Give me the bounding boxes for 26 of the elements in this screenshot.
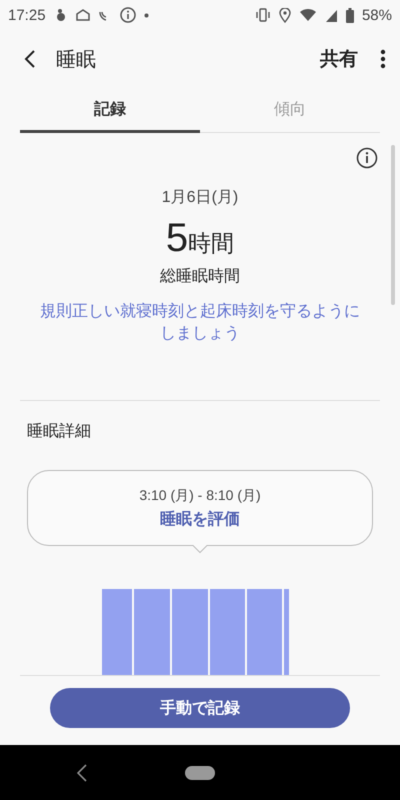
back-icon[interactable]	[77, 764, 87, 782]
manual-record-button[interactable]: 手動で記録	[50, 688, 350, 728]
duration-value: 5	[166, 216, 188, 260]
battery-icon	[346, 8, 354, 22]
info-icon	[120, 7, 136, 23]
location-icon	[278, 8, 291, 22]
sleep-time-range: 3:10 (月) - 8:10 (月)	[139, 486, 261, 505]
dot-icon	[144, 12, 149, 18]
section-heading: 睡眠詳細	[27, 422, 91, 442]
back-icon[interactable]	[24, 49, 36, 69]
signal-icon	[324, 8, 338, 22]
vibrate-icon	[254, 8, 271, 22]
share-button[interactable]: 共有	[320, 46, 358, 72]
screen-title: 睡眠	[56, 48, 96, 72]
sleep-date: 1月6日(月)	[162, 188, 238, 208]
tab[interactable]: 記録	[20, 88, 200, 133]
wifi-icon	[298, 8, 317, 22]
more-icon[interactable]	[380, 49, 386, 69]
home-button[interactable]	[185, 766, 215, 780]
duration-label: 総睡眠時間	[160, 266, 240, 287]
advice-text: 規則正しい就寝時刻と起床時刻を守るようにしましょう	[39, 302, 361, 344]
duration-unit: 時間	[188, 229, 234, 258]
rate-sleep-link[interactable]: 睡眠を評価	[160, 508, 240, 530]
info-icon[interactable]	[356, 147, 378, 169]
battery-percent: 58%	[362, 6, 392, 24]
status-time: 17:25	[8, 6, 46, 24]
